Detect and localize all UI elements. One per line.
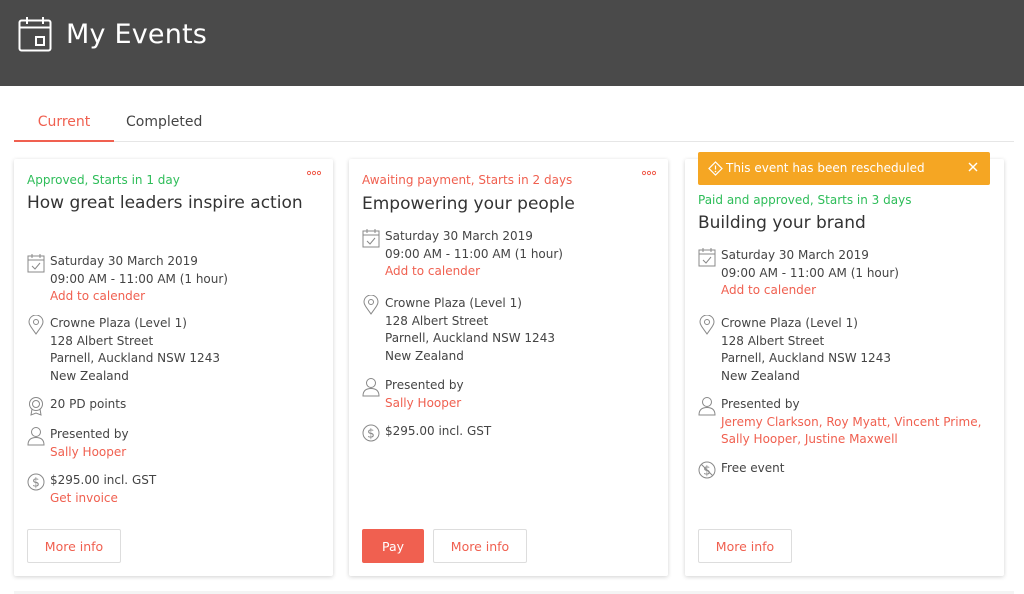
- location-line: 128 Albert Street: [385, 313, 489, 328]
- pd-points: 20 PD points: [50, 397, 127, 411]
- event-title: Building your brand: [698, 213, 866, 233]
- presented-by-label: Presented by: [385, 378, 464, 392]
- event-status: Awaiting payment, Starts in 2 days: [362, 173, 573, 187]
- map-pin-icon: [699, 315, 715, 335]
- tab-bar: Current Completed: [14, 102, 1014, 142]
- dollar-icon: $: [27, 473, 45, 491]
- event-title: Empowering your people: [362, 194, 575, 214]
- event-date: Saturday 30 March 2019: [385, 229, 533, 243]
- tab-completed[interactable]: Completed: [126, 114, 202, 130]
- event-date: Saturday 30 March 2019: [50, 254, 198, 268]
- presented-by-label: Presented by: [721, 397, 800, 411]
- event-time: 09:00 AM - 11:00 AM (1 hour): [721, 265, 899, 280]
- event-price: Free event: [721, 461, 785, 475]
- calendar-check-icon: [27, 254, 45, 273]
- add-to-calendar-link[interactable]: Add to calender: [385, 263, 655, 281]
- add-to-calendar-link[interactable]: Add to calender: [50, 288, 320, 306]
- more-dots-icon[interactable]: [306, 168, 322, 179]
- more-dots-icon[interactable]: [641, 168, 657, 179]
- event-card: Approved, Starts in 1 day How great lead…: [14, 159, 333, 576]
- more-info-button[interactable]: More info: [698, 529, 792, 563]
- more-info-button[interactable]: More info: [433, 529, 527, 563]
- award-icon: [29, 397, 43, 416]
- location-line: Parnell, Auckland NSW 1243: [721, 351, 891, 365]
- close-icon[interactable]: [966, 160, 980, 174]
- presented-by-label: Presented by: [50, 427, 129, 441]
- get-invoice-link[interactable]: Get invoice: [50, 490, 320, 508]
- location-line: 128 Albert Street: [721, 333, 825, 348]
- location-line: New Zealand: [50, 368, 129, 383]
- event-card: Paid and approved, Starts in 3 days Buil…: [685, 159, 1004, 576]
- person-icon: [27, 427, 45, 446]
- event-time: 09:00 AM - 11:00 AM (1 hour): [50, 271, 228, 286]
- location-line: Crowne Plaza (Level 1): [385, 296, 522, 310]
- person-icon: [362, 378, 380, 397]
- tab-current[interactable]: Current: [14, 114, 114, 142]
- location-line: 128 Albert Street: [50, 333, 154, 348]
- no-dollar-icon: $: [698, 461, 716, 479]
- event-card: Awaiting payment, Starts in 2 days Empow…: [349, 159, 668, 576]
- location-line: Crowne Plaza (Level 1): [50, 316, 187, 330]
- app-header: My Events: [0, 0, 1024, 86]
- map-pin-icon: [363, 295, 379, 315]
- person-icon: [698, 397, 716, 416]
- location-line: Crowne Plaza (Level 1): [721, 316, 858, 330]
- event-status: Paid and approved, Starts in 3 days: [698, 193, 912, 207]
- add-to-calendar-link[interactable]: Add to calender: [721, 282, 991, 300]
- svg-text:$: $: [367, 427, 375, 441]
- location-line: New Zealand: [721, 368, 800, 383]
- event-time: 09:00 AM - 11:00 AM (1 hour): [385, 246, 563, 261]
- alert-message: This event has been rescheduled: [726, 161, 925, 175]
- location-line: Parnell, Auckland NSW 1243: [385, 331, 555, 345]
- event-title: How great leaders inspire action: [27, 193, 303, 213]
- pay-button[interactable]: Pay: [362, 529, 424, 563]
- calendar-check-icon: [362, 229, 380, 248]
- location-line: New Zealand: [385, 348, 464, 363]
- map-pin-icon: [28, 315, 44, 335]
- event-date: Saturday 30 March 2019: [721, 248, 869, 262]
- warning-icon: [708, 161, 723, 176]
- presenter-link[interactable]: Sally Hooper: [385, 395, 655, 413]
- dollar-icon: $: [362, 424, 380, 442]
- location-line: Parnell, Auckland NSW 1243: [50, 351, 220, 365]
- page-title: My Events: [66, 19, 208, 50]
- event-price: $295.00 incl. GST: [385, 424, 492, 438]
- more-info-button[interactable]: More info: [27, 529, 121, 563]
- event-price: $295.00 incl. GST: [50, 473, 157, 487]
- svg-text:$: $: [32, 476, 40, 490]
- calendar-check-icon: [698, 248, 716, 267]
- rescheduled-alert: This event has been rescheduled: [698, 152, 990, 185]
- presenter-link[interactable]: Sally Hooper: [50, 444, 320, 462]
- calendar-icon: [18, 17, 52, 52]
- presenter-link[interactable]: Jeremy Clarkson, Roy Myatt, Vincent Prim…: [721, 414, 991, 449]
- event-status: Approved, Starts in 1 day: [27, 173, 180, 187]
